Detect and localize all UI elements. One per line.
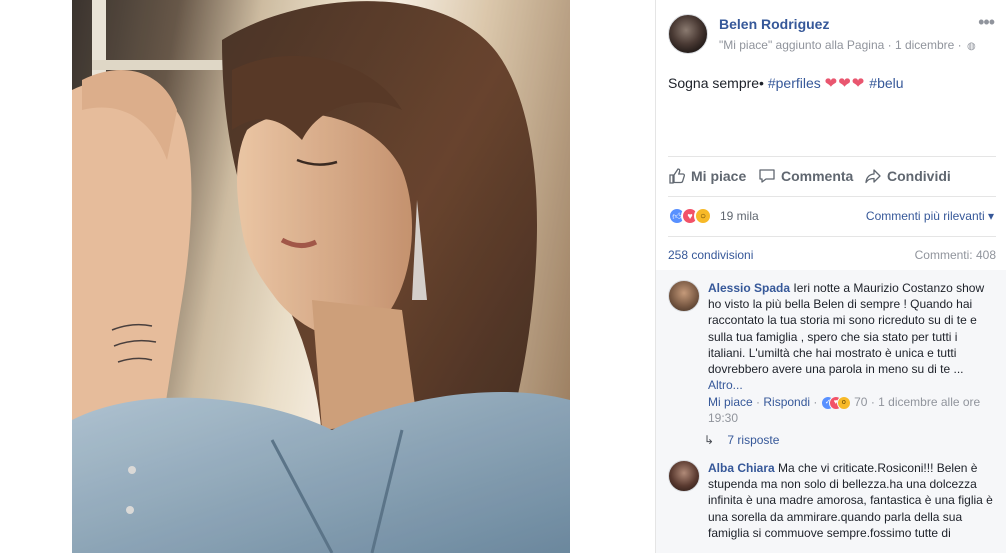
share-button[interactable]: Condividi: [864, 164, 951, 188]
comment-reaction-count: 70: [854, 395, 868, 410]
post-photo[interactable]: [72, 0, 570, 553]
comments-count: Commenti: 408: [914, 248, 996, 262]
comment-body: Alba Chiara Ma che vi criticate.Rosiconi…: [708, 460, 994, 541]
like-label: Mi piace: [691, 168, 747, 184]
comment-reaction-icons[interactable]: ✓ ♥ o: [820, 396, 851, 411]
comment-button[interactable]: Commenta: [758, 164, 853, 188]
shares-count[interactable]: 258 condivisioni: [668, 248, 753, 262]
post-header: Belen Rodriguez "Mi piace" aggiunto alla…: [668, 13, 998, 54]
commenter-name[interactable]: Alessio Spada: [708, 281, 790, 295]
comment-label: Commenta: [781, 168, 854, 184]
comment-footer: Mi piace · Rispondi · ✓ ♥ o 70 · 1 dicem…: [708, 394, 994, 426]
reply-arrow-icon: ↳: [704, 433, 715, 447]
author-name[interactable]: Belen Rodriguez: [719, 16, 829, 32]
hashtag-belu[interactable]: #belu: [869, 75, 903, 91]
hearts-emoji: ❤❤❤: [824, 75, 866, 92]
post-meta: "Mi piace" aggiunto alla Pagina · 1 dice…: [719, 38, 976, 52]
wow-reaction-icon: ○: [694, 207, 712, 225]
share-label: Condividi: [887, 168, 951, 184]
view-replies-link[interactable]: ↳ 7 risposte: [704, 433, 779, 447]
post-caption: Sogna sempre• #perfiles ❤❤❤ #belu: [668, 74, 904, 92]
author-avatar[interactable]: [668, 14, 708, 54]
divider: [668, 196, 996, 197]
replies-label: 7 risposte: [727, 433, 780, 447]
thumbs-up-icon: [669, 168, 686, 184]
post-sidebar: Belen Rodriguez "Mi piace" aggiunto alla…: [655, 0, 1006, 553]
commenter-avatar[interactable]: [668, 460, 700, 492]
separator: ·: [813, 395, 821, 410]
divider: [668, 236, 996, 237]
comments-section: Alessio Spada Ieri notte a Maurizio Cost…: [656, 270, 1006, 553]
like-button[interactable]: Mi piace: [668, 164, 746, 188]
reaction-count[interactable]: 19 mila: [720, 209, 759, 223]
see-more-link[interactable]: Altro...: [708, 378, 743, 392]
post-stats: 258 condivisioni Commenti: 408: [668, 248, 996, 264]
comment-text: Ieri notte a Maurizio Costanzo show ho v…: [708, 281, 985, 377]
wow-reaction-icon: o: [836, 396, 851, 411]
commenter-name[interactable]: Alba Chiara: [708, 461, 775, 475]
comment-icon: [759, 169, 775, 183]
share-icon: [865, 169, 881, 184]
globe-icon: ◍: [967, 41, 976, 52]
commenter-avatar[interactable]: [668, 280, 700, 312]
reactions-bar: 👍︎ ♥ ○ 19 mila Commenti più rilevanti ▾: [668, 207, 996, 227]
caption-text: Sogna sempre•: [668, 75, 764, 91]
hashtag-perfiles[interactable]: #perfiles: [768, 75, 821, 91]
divider: [668, 156, 996, 157]
comment-like-link[interactable]: Mi piace: [708, 395, 753, 409]
comment-sort-dropdown[interactable]: Commenti più rilevanti ▾: [866, 209, 994, 223]
comment-reply-link[interactable]: Rispondi: [763, 395, 810, 409]
post-meta-text: "Mi piace" aggiunto alla Pagina · 1 dice…: [719, 38, 962, 52]
portrait-illustration: [72, 0, 570, 553]
post-actions: Mi piace Commenta Condividi: [668, 164, 996, 188]
photo-viewer: [0, 0, 655, 553]
more-options-icon[interactable]: •••: [978, 13, 995, 31]
reaction-icons[interactable]: 👍︎ ♥ ○: [668, 207, 716, 225]
comment-body: Alessio Spada Ieri notte a Maurizio Cost…: [708, 280, 994, 426]
